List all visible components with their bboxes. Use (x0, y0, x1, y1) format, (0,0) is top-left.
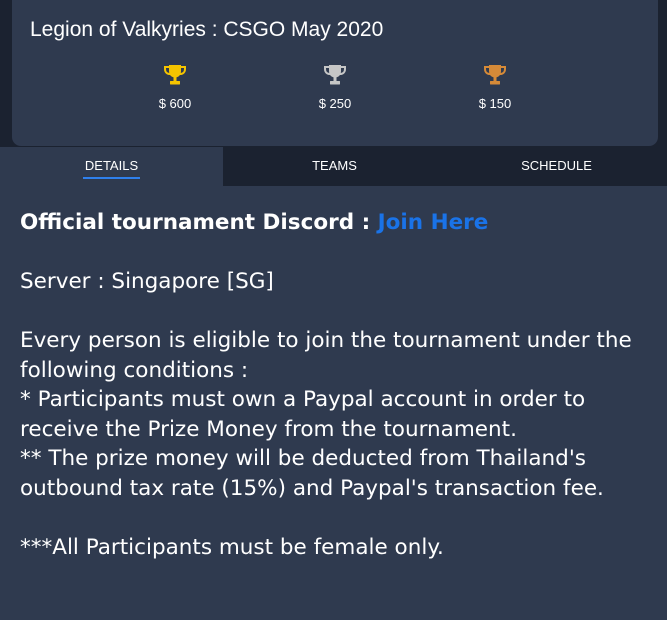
tab-teams-label: TEAMS (312, 158, 357, 173)
discord-join-link[interactable]: Join Here (378, 210, 489, 235)
tournament-card: Legion of Valkyries : CSGO May 2020 $ 60… (12, 0, 658, 146)
tournament-title: Legion of Valkyries : CSGO May 2020 (30, 18, 384, 41)
condition-paypal: * Participants must own a Paypal account… (20, 387, 586, 442)
tab-details[interactable]: DETAILS (0, 147, 223, 186)
silver-trophy-icon (324, 65, 346, 85)
active-tab-indicator (82, 177, 141, 179)
gold-trophy-icon (164, 65, 186, 85)
eligibility-text: Every person is eligible to join the tou… (20, 328, 632, 383)
prize-amount: $ 150 (478, 96, 512, 111)
prize-amount: $ 250 (318, 96, 352, 111)
prize-first: $ 600 (135, 62, 215, 111)
tab-schedule-label: SCHEDULE (521, 158, 592, 173)
condition-tax: ** The prize money will be deducted from… (20, 446, 604, 501)
prize-third: $ 150 (455, 62, 535, 111)
tab-bar: DETAILS TEAMS SCHEDULE (0, 147, 667, 186)
tab-details-label: DETAILS (82, 147, 141, 184)
tab-teams[interactable]: TEAMS (223, 147, 446, 186)
server-info: Server : Singapore [SG] (20, 269, 274, 294)
bronze-trophy-icon (484, 65, 506, 85)
details-content: Official tournament Discord : Join Here … (20, 208, 650, 562)
discord-label: Official tournament Discord : (20, 210, 378, 235)
discord-line: Official tournament Discord : Join Here (20, 208, 650, 238)
tab-schedule[interactable]: SCHEDULE (446, 147, 667, 186)
prize-amount: $ 600 (158, 96, 192, 111)
female-only-note: ***All Participants must be female only. (20, 534, 444, 560)
prize-second: $ 250 (295, 62, 375, 111)
